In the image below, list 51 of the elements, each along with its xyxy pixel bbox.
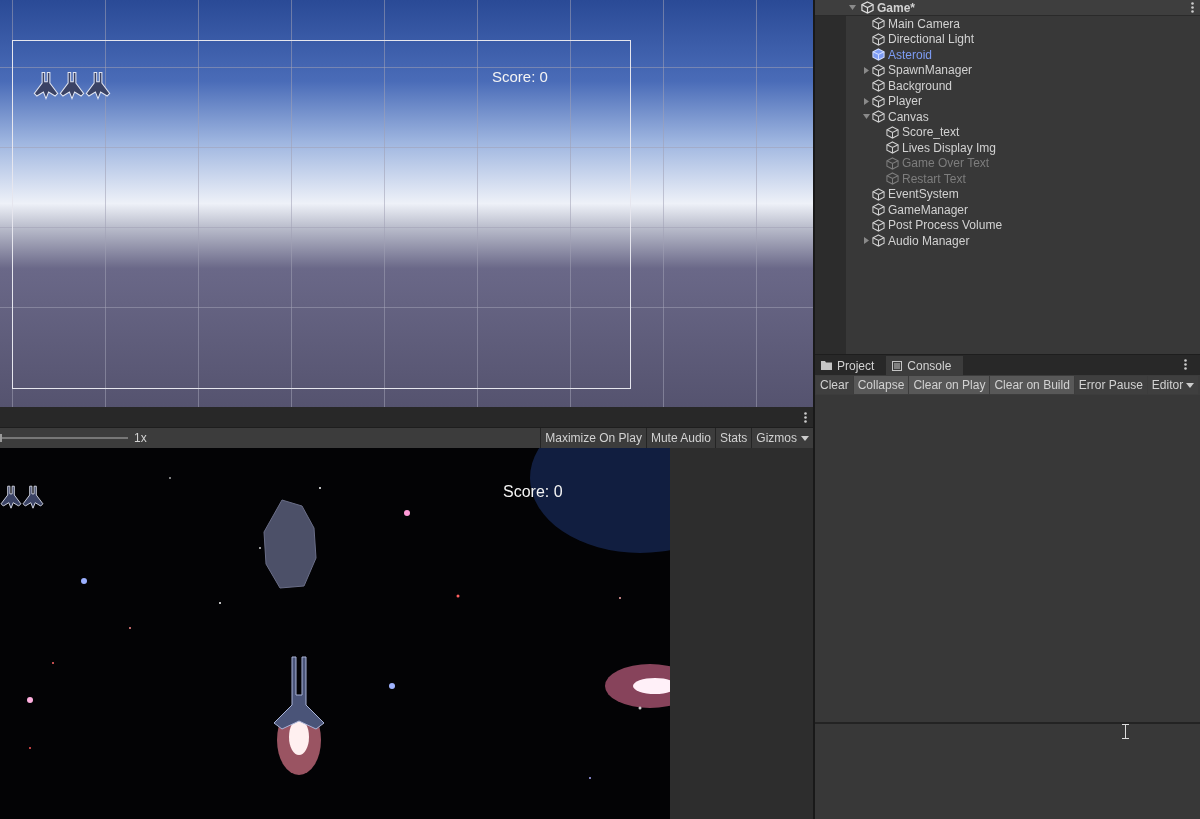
foldout-arrow-icon[interactable] <box>863 97 870 105</box>
foldout-arrow-icon[interactable] <box>863 237 870 245</box>
toggle-button[interactable]: Clear on Play <box>909 376 990 394</box>
cube-icon <box>872 203 885 217</box>
scale-label: 1x <box>134 431 148 445</box>
cube-icon <box>872 110 885 124</box>
cube-icon <box>886 172 899 186</box>
more-options-icon[interactable] <box>804 411 807 423</box>
caret-icon <box>1186 382 1195 388</box>
panel-tab[interactable]: Console <box>886 356 964 375</box>
foldout-arrow-icon[interactable] <box>849 4 856 11</box>
score-text: Score: 0 <box>492 68 548 85</box>
cube-icon <box>872 94 885 108</box>
folder-icon <box>821 361 832 370</box>
asteroid-icon <box>262 498 318 590</box>
cube-icon <box>872 79 885 93</box>
hierarchy-item[interactable]: GameManager <box>888 202 969 217</box>
toggle-button[interactable]: Collapse <box>853 376 909 394</box>
foldout-arrow-icon[interactable] <box>863 66 870 74</box>
hierarchy-item[interactable]: Asteroid <box>888 47 933 62</box>
spaceship-icon <box>0 484 22 512</box>
hierarchy-item[interactable]: EventSystem <box>888 187 959 202</box>
score-text: Score: 0 <box>503 483 563 501</box>
text-cursor-icon <box>1122 724 1129 739</box>
hierarchy-item[interactable]: Background <box>888 78 953 93</box>
cube-icon <box>872 17 885 31</box>
hierarchy-item[interactable]: Audio Manager <box>888 233 970 248</box>
cube-icon <box>872 32 885 46</box>
hierarchy-item[interactable]: Lives Display Img <box>902 140 997 155</box>
cube-icon <box>872 234 885 248</box>
hierarchy-item[interactable]: Main Camera <box>888 16 961 31</box>
cube-icon <box>886 125 899 139</box>
spaceship-icon <box>22 484 44 512</box>
cube-icon <box>872 218 885 232</box>
hierarchy-item[interactable]: SpawnManager <box>888 63 973 78</box>
hierarchy-item[interactable]: Post Process Volume <box>888 218 1003 233</box>
cube-icon <box>886 156 899 170</box>
caret-icon <box>801 435 809 441</box>
cube-icon <box>872 187 885 201</box>
hierarchy-item[interactable]: Player <box>888 94 922 109</box>
cube-icon <box>886 141 899 155</box>
hierarchy-item[interactable]: Directional Light <box>888 32 975 47</box>
more-options-icon[interactable] <box>1191 2 1194 13</box>
cube-icon <box>872 48 885 62</box>
toggle-button[interactable]: Clear on Build <box>990 376 1074 394</box>
hierarchy-item[interactable]: Score_text <box>902 125 960 140</box>
cube-icon <box>872 63 885 77</box>
hierarchy-item[interactable]: Canvas <box>888 109 929 124</box>
console-icon <box>892 360 903 371</box>
more-options-icon[interactable] <box>1184 359 1187 370</box>
foldout-arrow-icon[interactable] <box>863 113 870 121</box>
